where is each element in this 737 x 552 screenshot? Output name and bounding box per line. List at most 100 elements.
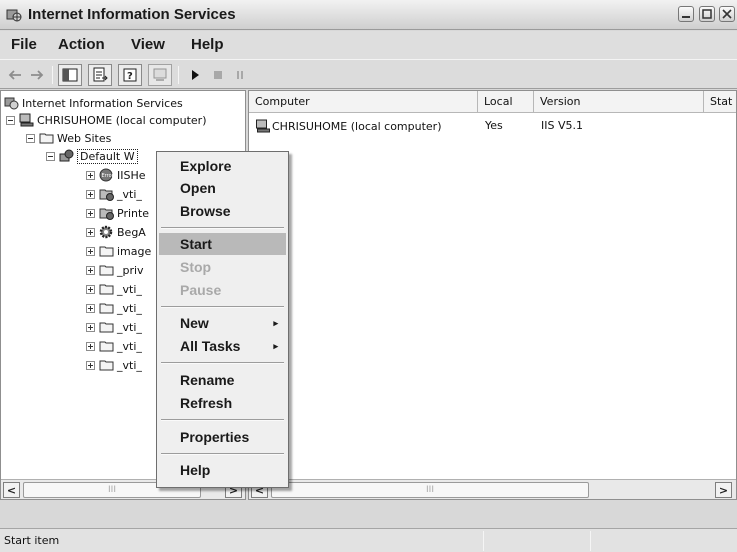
menu-file[interactable]: File — [11, 36, 37, 53]
tree-item-vti-pvt[interactable]: _vti_ — [86, 318, 142, 336]
menu-separator — [161, 306, 284, 308]
expand-toggle[interactable] — [86, 170, 95, 180]
menu-item-start[interactable]: Start — [159, 233, 286, 255]
tree-item-iis-root[interactable]: Internet Information Services — [4, 94, 183, 112]
folder-icon — [99, 246, 114, 257]
tree-item-vti-bin[interactable]: _vti_ — [86, 185, 142, 203]
export-list-button[interactable] — [88, 64, 112, 86]
expand-toggle[interactable] — [86, 303, 95, 313]
right-horizontal-scrollbar[interactable]: < III > — [249, 479, 736, 499]
show-console-tree-button[interactable] — [58, 64, 82, 86]
tree-item-vti-log[interactable]: _vti_ — [86, 299, 142, 317]
scroll-left-button[interactable]: < — [3, 482, 20, 498]
submenu-arrow-icon: ▸ — [273, 318, 278, 328]
tree-item-label: BegA — [117, 225, 146, 239]
tree-item-printers[interactable]: Printe — [86, 204, 149, 222]
expand-toggle[interactable] — [86, 246, 95, 256]
menu-item-properties[interactable]: Properties — [159, 426, 286, 448]
status-divider — [483, 531, 484, 551]
menu-separator — [161, 227, 284, 229]
forward-button[interactable] — [28, 64, 46, 86]
menu-item-rename[interactable]: Rename — [159, 369, 286, 391]
tree-item-bega[interactable]: BegA — [86, 223, 146, 241]
column-header-computer[interactable]: Computer — [249, 91, 478, 113]
column-header-version[interactable]: Version — [534, 91, 704, 113]
tree-item-default-website[interactable]: Default W — [46, 147, 138, 165]
collapse-toggle[interactable] — [6, 115, 15, 125]
table-row[interactable]: CHRISUHOME (local computer) — [255, 119, 442, 133]
iis-icon — [4, 97, 19, 110]
expand-toggle[interactable] — [86, 265, 95, 275]
menu-item-new[interactable]: New ▸ — [159, 312, 286, 334]
computer-icon — [19, 113, 34, 127]
tree-item-label: Internet Information Services — [22, 96, 183, 110]
export-list-icon — [93, 67, 108, 82]
menu-item-refresh[interactable]: Refresh — [159, 392, 286, 414]
menu-item-all-tasks[interactable]: All Tasks ▸ — [159, 335, 286, 357]
tree-item-vti-txt[interactable]: _vti_ — [86, 356, 142, 374]
title-bar: Internet Information Services — [0, 0, 737, 30]
column-header-local[interactable]: Local — [478, 91, 534, 113]
tree-item-images[interactable]: image — [86, 242, 151, 260]
tree-item-computer[interactable]: CHRISUHOME (local computer) — [6, 111, 207, 129]
menu-view[interactable]: View — [131, 36, 165, 53]
collapse-toggle[interactable] — [26, 133, 35, 143]
computer-icon — [153, 68, 167, 81]
stop-icon — [214, 71, 222, 79]
tree-item-label: image — [117, 244, 152, 258]
menu-item-help[interactable]: Help — [159, 459, 286, 481]
menu-item-browse[interactable]: Browse — [159, 200, 286, 222]
tree-item-label: Web Sites — [57, 131, 112, 145]
details-pane[interactable]: Computer Local Version Stat CHRISUHOME (… — [248, 90, 737, 500]
menu-help[interactable]: Help — [191, 36, 224, 53]
expand-toggle[interactable] — [86, 284, 95, 294]
expand-toggle[interactable] — [86, 360, 95, 370]
expand-toggle[interactable] — [86, 227, 95, 237]
menu-item-stop: Stop — [180, 259, 212, 275]
close-icon — [722, 9, 732, 19]
tree-item-label: CHRISUHOME (local computer) — [37, 113, 207, 127]
toolbar-separator — [178, 66, 179, 84]
tree-item-web-sites[interactable]: Web Sites — [26, 129, 111, 147]
tree-item-private[interactable]: _priv — [86, 261, 144, 279]
tree-item-vti-cnf[interactable]: _vti_ — [86, 280, 142, 298]
close-button[interactable] — [719, 6, 735, 22]
gear-icon — [99, 225, 113, 239]
pause-toolbar-button[interactable] — [230, 64, 250, 86]
menu-item-label: All Tasks — [180, 338, 241, 354]
tree-item-iishelp[interactable]: Error IISHe — [86, 166, 146, 184]
pause-icon — [237, 71, 243, 79]
back-button[interactable] — [6, 64, 24, 86]
scroll-right-button[interactable]: > — [715, 482, 732, 498]
submenu-arrow-icon: ▸ — [273, 341, 278, 351]
expand-toggle[interactable] — [86, 189, 95, 199]
expand-toggle[interactable] — [86, 341, 95, 351]
start-toolbar-button[interactable] — [185, 64, 205, 86]
expand-toggle[interactable] — [86, 322, 95, 332]
menu-item-explore[interactable]: Explore — [159, 155, 286, 177]
folder-icon — [99, 265, 114, 276]
cell-local: Yes — [485, 119, 503, 132]
connect-computer-button[interactable] — [148, 64, 172, 86]
collapse-toggle[interactable] — [46, 151, 55, 161]
svg-text:?: ? — [127, 71, 133, 82]
scroll-thumb[interactable]: III — [271, 482, 589, 498]
maximize-button[interactable] — [698, 6, 715, 22]
back-arrow-icon — [8, 70, 21, 80]
context-menu: Explore Open Browse Start Stop Pause New… — [156, 151, 289, 488]
minimize-button[interactable] — [678, 6, 694, 22]
tree-item-label: Default W — [77, 148, 138, 164]
error-icon: Error — [99, 168, 114, 182]
tree-item-vti-script[interactable]: _vti_ — [86, 337, 142, 355]
menu-item-open[interactable]: Open — [159, 177, 286, 199]
menu-action[interactable]: Action — [58, 36, 105, 53]
maximize-icon — [701, 9, 712, 19]
virtual-dir-icon — [99, 189, 114, 201]
menu-separator — [161, 362, 284, 364]
status-divider — [590, 531, 591, 551]
help-toolbar-button[interactable]: ? — [118, 64, 142, 86]
column-header-status[interactable]: Stat — [704, 91, 736, 113]
expand-toggle[interactable] — [86, 208, 95, 218]
stop-toolbar-button[interactable] — [208, 64, 228, 86]
window-title: Internet Information Services — [28, 6, 236, 23]
